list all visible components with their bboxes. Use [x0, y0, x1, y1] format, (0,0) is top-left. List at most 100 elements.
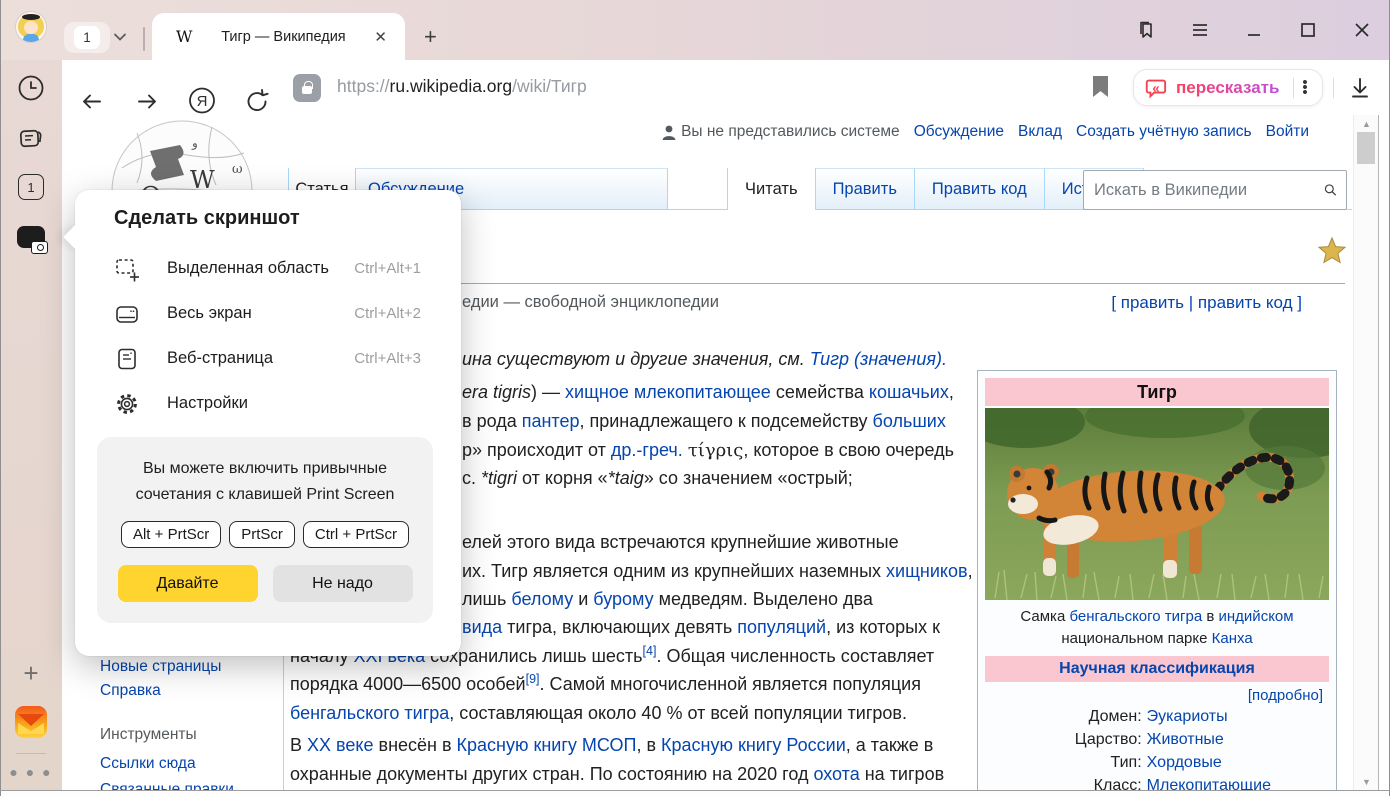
article-line: с. *tigri от корня «*taig» со значением …	[462, 464, 853, 493]
accept-button[interactable]: Давайте	[118, 565, 258, 602]
ssl-lock-icon[interactable]	[293, 74, 321, 102]
history-button[interactable]	[0, 74, 62, 102]
retell-button[interactable]: « пересказать •••	[1133, 69, 1323, 106]
article-link[interactable]: Красную книгу МСОП	[457, 735, 637, 755]
classification-detail-link[interactable]: [подробно]	[985, 682, 1329, 706]
article-byline: едии — свободной энциклопедии	[462, 293, 719, 312]
scrollbar-thumb[interactable]	[1357, 132, 1375, 164]
new-tab-button[interactable]: +	[424, 24, 437, 50]
browser-tab-active[interactable]: W Тигр — Википедия ✕	[152, 13, 405, 60]
minimize-icon[interactable]	[1244, 20, 1264, 40]
taxon-value-link[interactable]: Млекопитающие	[1147, 775, 1329, 791]
article-link[interactable]: белому	[511, 589, 573, 609]
popup-title: Сделать скриншот	[114, 207, 300, 230]
article-text: и	[573, 589, 593, 609]
article-link[interactable]: кошачьих	[869, 382, 949, 402]
menu-item-весь-экран[interactable]: Весь экранCtrl+Alt+2	[75, 291, 461, 336]
scroll-down-icon[interactable]: ▼	[1354, 777, 1379, 787]
bookmarks-panel-icon[interactable]	[1136, 20, 1156, 40]
search-icon[interactable]	[1324, 180, 1337, 200]
tiger-photo[interactable]	[985, 408, 1329, 600]
collections-button[interactable]	[0, 124, 62, 152]
article-link[interactable]: др.-греч.	[611, 440, 683, 460]
address-bar[interactable]: https://ru.wikipedia.org/wiki/Тигр	[337, 76, 587, 97]
article-text: с.	[462, 468, 481, 488]
chevron-down-icon[interactable]	[112, 31, 128, 43]
promo-message: Вы можете включить привычные сочетания с…	[97, 456, 433, 508]
featured-article-star-icon[interactable]	[1318, 237, 1346, 264]
page-scrollbar[interactable]: ▲ ▼	[1353, 115, 1378, 791]
shortcut-key: Alt + PrtScr	[121, 521, 221, 548]
article-line: елей этого вида встречаются крупнейшие ж…	[462, 528, 899, 557]
add-panel-button[interactable]: +	[0, 658, 62, 689]
reload-icon[interactable]	[243, 74, 271, 129]
personal-link[interactable]: Создать учётную запись	[1076, 123, 1252, 140]
wiki-search-input[interactable]	[1084, 181, 1324, 200]
article-link[interactable]: [4]	[643, 644, 657, 658]
decline-button[interactable]: Не надо	[273, 565, 413, 602]
yandex-search-icon[interactable]: Я	[187, 73, 217, 128]
page-action-tabs: ЧитатьПравитьПравить кодИстория	[727, 168, 1144, 210]
tab-manager-button[interactable]: 1	[0, 174, 62, 200]
article-text: охранные документы других стран. По сост…	[290, 764, 813, 784]
yandex-mail-button[interactable]	[0, 706, 62, 738]
article-text: » со значением «острый;	[644, 468, 853, 488]
menu-icon[interactable]	[1190, 20, 1210, 40]
sidebar-link[interactable]: Справка	[100, 682, 161, 700]
article-link[interactable]: вида	[462, 617, 502, 637]
screenshot-tool-button[interactable]	[0, 226, 62, 248]
personal-link[interactable]: Обсуждение	[914, 123, 1004, 140]
close-window-icon[interactable]	[1352, 20, 1372, 40]
caption-link[interactable]: индийском	[1219, 608, 1294, 625]
article-link[interactable]: хищное млекопитающее	[565, 382, 771, 402]
popup-menu: Выделенная областьCtrl+Alt+1Весь экранCt…	[75, 246, 461, 426]
article-link[interactable]: бурому	[593, 589, 653, 609]
tab-action[interactable]: Править код	[915, 168, 1045, 210]
more-options-icon[interactable]: •••	[1302, 80, 1306, 95]
article-link[interactable]: Тигр (значения).	[810, 349, 947, 369]
forward-icon[interactable]	[133, 74, 161, 129]
downloads-icon[interactable]	[1347, 75, 1373, 101]
caption-link[interactable]: Канха	[1212, 630, 1253, 647]
article-link[interactable]: бенгальского тигра	[290, 703, 449, 723]
taxon-value-link[interactable]: Хордовые	[1147, 752, 1329, 774]
full-screen-icon	[114, 301, 140, 327]
maximize-icon[interactable]	[1298, 20, 1318, 40]
tab-active-action[interactable]: Читать	[727, 168, 816, 210]
menu-item-выделенная-область[interactable]: Выделенная областьCtrl+Alt+1	[75, 246, 461, 291]
sidebar-link[interactable]: Ссылки сюда	[100, 755, 196, 773]
tab-action[interactable]: Править	[816, 168, 915, 210]
scroll-up-icon[interactable]: ▲	[1354, 119, 1379, 129]
tab-group-counter[interactable]: 1	[64, 22, 110, 53]
screenshot-popup: Сделать скриншот Выделенная областьCtrl+…	[75, 190, 461, 656]
article-link[interactable]: охота	[813, 764, 859, 784]
article-link[interactable]: больших	[873, 411, 946, 431]
article-link[interactable]: популяций	[737, 617, 826, 637]
section-edit-links[interactable]: [ править | править код ]	[1111, 293, 1302, 313]
article-link[interactable]: пантер	[522, 411, 580, 431]
taxon-rank-label: Тип:	[985, 752, 1147, 774]
personal-link[interactable]: Вклад	[1018, 123, 1062, 140]
classification-header[interactable]: Научная классификация	[985, 656, 1329, 682]
tab-close-icon[interactable]: ✕	[374, 28, 387, 46]
sidebar-link[interactable]: Новые страницы	[100, 658, 221, 676]
rail-more-button[interactable]: ● ● ●	[0, 764, 62, 780]
profile-avatar[interactable]	[16, 12, 46, 42]
article-text: *taig	[608, 468, 644, 488]
menu-item-настройки[interactable]: Настройки	[75, 381, 461, 426]
wiki-search[interactable]	[1083, 170, 1347, 210]
article-link[interactable]: Красную книгу России	[661, 735, 846, 755]
menu-item-веб-страница[interactable]: Веб-страницаCtrl+Alt+3	[75, 336, 461, 381]
rail-divider	[0, 753, 62, 754]
personal-link[interactable]: Войти	[1266, 123, 1309, 140]
web-page-icon	[114, 346, 140, 372]
taxon-value-link[interactable]: Эукариоты	[1147, 706, 1329, 728]
caption-text: национальном парке	[1061, 630, 1211, 647]
article-link[interactable]: XX веке	[307, 735, 373, 755]
caption-link[interactable]: бенгальского тигра	[1069, 608, 1202, 625]
svg-text:W: W	[190, 166, 215, 191]
taxon-value-link[interactable]: Животные	[1147, 729, 1329, 751]
article-link[interactable]: [9]	[526, 672, 540, 686]
back-icon[interactable]	[78, 74, 106, 129]
article-link[interactable]: хищников	[886, 561, 968, 581]
